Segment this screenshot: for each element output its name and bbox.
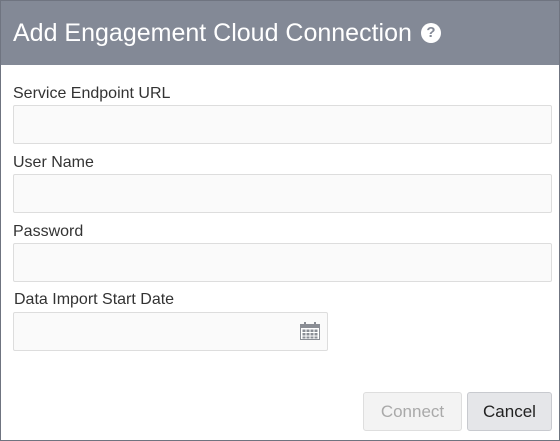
data-import-start-date-input[interactable]: [13, 312, 328, 351]
help-icon[interactable]: ?: [421, 23, 441, 43]
data-import-start-date-label: Data Import Start Date: [14, 291, 175, 308]
user-name-input[interactable]: [13, 174, 552, 213]
dialog-header: Add Engagement Cloud Connection ?: [1, 1, 559, 65]
service-endpoint-url-input[interactable]: [13, 105, 552, 144]
calendar-icon[interactable]: [300, 322, 320, 340]
service-endpoint-url-label: Service Endpoint URL: [13, 85, 171, 102]
dialog-title: Add Engagement Cloud Connection: [13, 19, 412, 47]
connect-button[interactable]: Connect: [363, 392, 462, 431]
password-input[interactable]: [13, 243, 552, 282]
cancel-button[interactable]: Cancel: [467, 392, 552, 431]
add-connection-dialog: Add Engagement Cloud Connection ? Servic…: [0, 0, 560, 441]
user-name-label: User Name: [13, 154, 94, 171]
password-label: Password: [13, 223, 84, 240]
